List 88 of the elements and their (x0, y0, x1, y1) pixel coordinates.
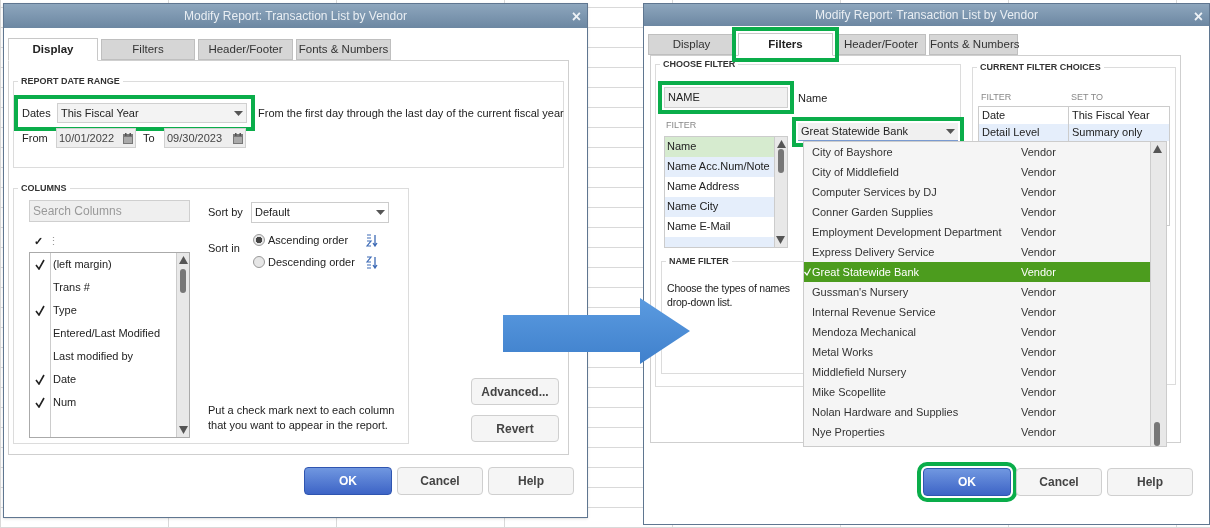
scroll-up-icon (1153, 145, 1162, 153)
date-field[interactable]: 09/30/2023 (164, 128, 246, 148)
scroll-up-icon (179, 256, 188, 264)
column-list-item[interactable]: (left margin) (30, 253, 176, 276)
filter-list-item[interactable]: Name Acc.Num/Note (665, 156, 774, 177)
column-header: FILTER (980, 91, 1013, 105)
calendar-icon (123, 132, 133, 144)
group-heading: CHOOSE FILTER (660, 58, 739, 70)
column-list-item[interactable]: Trans # (30, 276, 176, 299)
sort-descending-icon (366, 255, 378, 269)
description-text: Choose the types of names (667, 280, 790, 295)
tab[interactable]: Filters (101, 39, 195, 60)
dropdown-item[interactable]: Express Delivery Service Vendor (804, 242, 1150, 262)
dialog-button[interactable]: Help (488, 467, 574, 495)
dialog-button[interactable]: Cancel (1016, 468, 1102, 496)
scrollbar[interactable] (774, 136, 787, 247)
scroll-up-icon (777, 139, 786, 148)
field-label: Name (798, 91, 829, 106)
tab[interactable]: Fonts & Numbers (929, 34, 1018, 55)
filter-list-item[interactable]: Name City (665, 196, 774, 217)
caret-icon (946, 128, 955, 134)
window-title: Modify Report: Transaction List by Vendor (815, 7, 1038, 24)
tab[interactable]: Header/Footer (836, 34, 926, 55)
table-cell-text: This Fiscal Year (1071, 108, 1150, 123)
scrollbar[interactable] (1150, 142, 1166, 446)
calendar-icon (233, 132, 243, 144)
side-button[interactable]: Revert (471, 415, 559, 442)
radio-label[interactable]: Ascending order (268, 231, 349, 249)
side-button[interactable]: Advanced... (471, 378, 559, 405)
tab[interactable]: Header/Footer (198, 39, 293, 60)
group-heading: REPORT DATE RANGE (18, 75, 123, 87)
description-text: drop-down list. (667, 294, 733, 309)
window-title: Modify Report: Transaction List by Vendor (184, 8, 407, 25)
group-heading: CURRENT FILTER CHOICES (977, 61, 1104, 73)
hint-text: Put a check mark next to each column that you want to appear in the report. (208, 403, 396, 433)
dropdown-item[interactable]: Conner Garden Supplies Vendor (804, 202, 1150, 222)
dropdown-item[interactable]: Gussman's Nursery Vendor (804, 282, 1150, 302)
field-label: From (22, 130, 49, 146)
scroll-down-icon (776, 235, 785, 244)
column-header: ✓ (34, 233, 43, 249)
dialog-button[interactable]: Help (1107, 468, 1193, 496)
dropdown-item[interactable]: Metal Works Vendor (804, 342, 1150, 362)
dropdown-item[interactable]: Mendoza Mechanical Vendor (804, 322, 1150, 342)
group-heading: COLUMNS (18, 182, 70, 194)
tab[interactable]: Display (648, 34, 735, 55)
radio-button[interactable] (253, 256, 265, 268)
column-divider: ⋮ (48, 233, 59, 249)
column-list-item[interactable]: Last modified by (30, 345, 176, 368)
sort-dropdown[interactable]: Default (251, 202, 389, 223)
list-label: FILTER (665, 119, 698, 132)
dropdown-item[interactable]: Nye Properties Vendor (804, 422, 1150, 442)
dropdown-item[interactable]: City of Bayshore Vendor (804, 142, 1150, 162)
dates-dropdown[interactable]: This Fiscal Year (57, 103, 247, 123)
scroll-thumb[interactable] (778, 148, 784, 173)
dropdown-item[interactable]: Employment Development Department Vendor (804, 222, 1150, 242)
filter-list-item[interactable]: Name (665, 136, 774, 157)
column-list-item[interactable]: Type (30, 299, 176, 322)
radio-label[interactable]: Descending order (268, 253, 355, 271)
table-cell-text: Summary only (1071, 125, 1143, 140)
column-list-item[interactable]: Date (30, 368, 176, 391)
radio-button[interactable] (253, 234, 265, 246)
column-header: SET TO (1070, 91, 1103, 105)
scroll-down-icon (179, 426, 188, 434)
search-field[interactable]: Search Columns (29, 200, 190, 222)
scrollbar[interactable] (176, 253, 189, 437)
sort-ascending-icon (366, 233, 378, 247)
column-list-item[interactable]: Entered/Last Modified (30, 322, 176, 345)
dropdown-item[interactable]: Internal Revenue Service Vendor (804, 302, 1150, 322)
field-label: Sort by (208, 205, 244, 221)
ok-button[interactable]: OK (304, 467, 392, 495)
tab[interactable]: Display (8, 38, 98, 61)
caret-icon (376, 210, 385, 215)
scroll-thumb[interactable] (180, 269, 186, 293)
dropdown-item[interactable]: Middlefield Nursery Vendor (804, 362, 1150, 382)
column-list-item[interactable]: Num (30, 391, 176, 414)
dialog-button[interactable]: Cancel (397, 467, 483, 495)
field-label: To (142, 130, 156, 146)
dropdown-item[interactable]: Mike Scopellite Vendor (804, 382, 1150, 402)
dropdown-item[interactable]: Computer Services by DJ Vendor (804, 182, 1150, 202)
caret-icon (234, 110, 243, 116)
field-label: Dates (22, 105, 52, 121)
date-field[interactable]: 10/01/2022 (56, 128, 136, 148)
dropdown-item[interactable]: City of Middlefield Vendor (804, 162, 1150, 182)
field-label: Sort in (208, 241, 241, 256)
scroll-thumb[interactable] (1154, 422, 1160, 446)
tab[interactable]: Fonts & Numbers (296, 39, 391, 60)
dropdown-item[interactable]: Nolan Hardware and Supplies Vendor (804, 402, 1150, 422)
description-text: From the first day through the last day of the current fiscal year (258, 105, 564, 121)
